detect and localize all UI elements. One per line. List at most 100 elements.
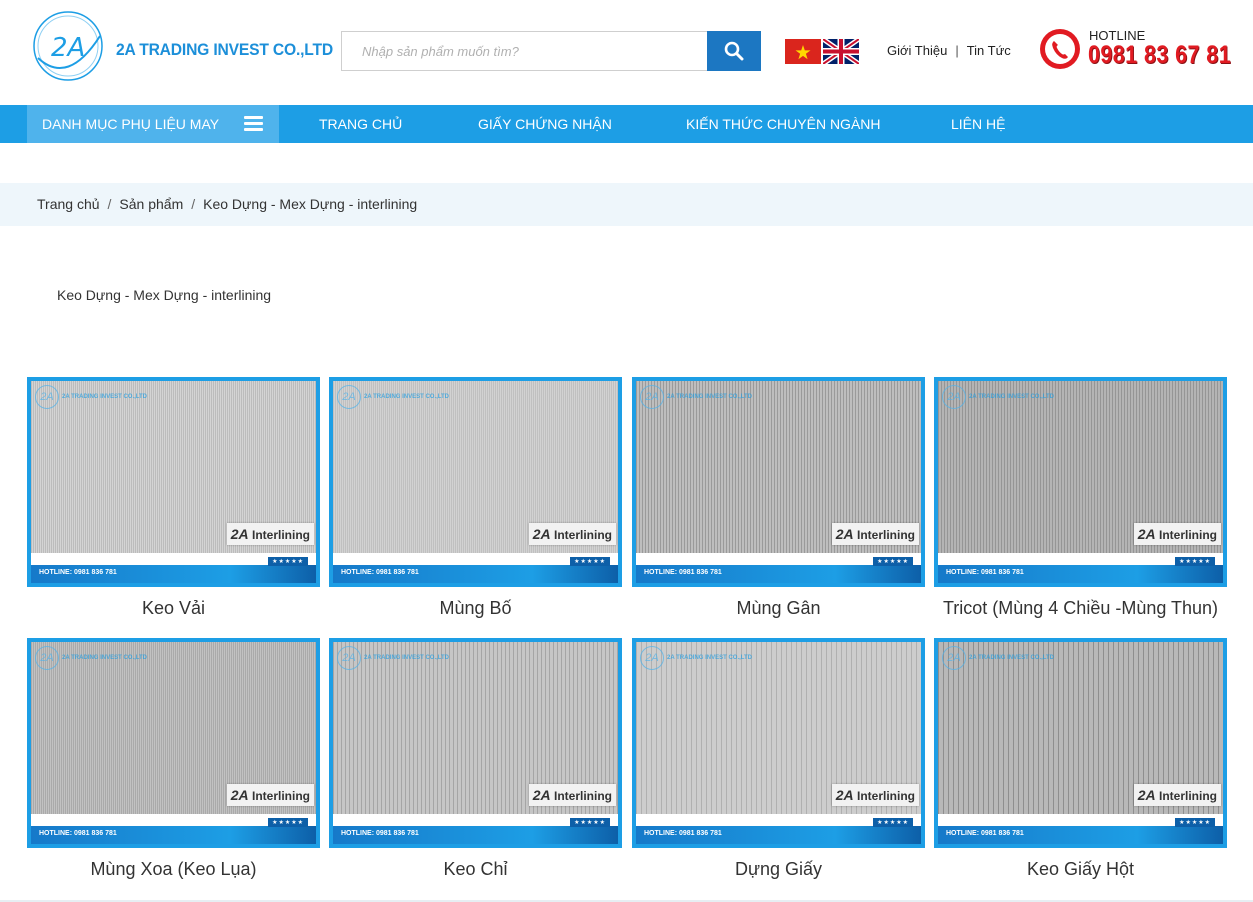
watermark-logo: 2A: [942, 646, 966, 670]
star-rating: ★★★★★: [1175, 557, 1215, 566]
tag-suffix: Interlining: [252, 528, 310, 542]
watermark-logo: 2A: [35, 646, 59, 670]
top-links: Giới Thiệu | Tin Tức: [887, 43, 1011, 58]
product-image[interactable]: 2A 2A TRADING INVEST CO.,LTD 2A Interlinin…: [329, 377, 622, 587]
product-name[interactable]: Keo Chỉ: [329, 859, 622, 880]
watermark-logo: 2A: [337, 385, 361, 409]
tag-prefix: 2A: [1137, 787, 1156, 803]
tag-suffix: Interlining: [857, 789, 915, 803]
watermark-logo: 2A: [337, 646, 361, 670]
breadcrumb-current: Keo Dựng - Mex Dựng - interlining: [203, 196, 418, 212]
nav-item-kien-thuc[interactable]: KIẾN THỨC CHUYÊN NGÀNH: [686, 105, 881, 143]
product-name[interactable]: Tricot (Mùng 4 Chiều -Mùng Thun): [934, 598, 1227, 619]
breadcrumb: Trang chủ / Sản phẩm / Keo Dựng - Mex Dự…: [37, 196, 417, 212]
category-menu-button[interactable]: DANH MỤC PHỤ LIỆU MAY: [27, 105, 279, 143]
tag-suffix: Interlining: [1159, 789, 1217, 803]
site-header: 2A 2A TRADING INVEST CO.,LTD Giới Thiệu …: [0, 0, 1253, 105]
interlining-tag: 2A Interlining: [1133, 784, 1221, 806]
watermark-company: 2A TRADING INVEST CO.,LTD: [364, 655, 450, 661]
watermark: 2A 2A TRADING INVEST CO.,LTD: [35, 646, 147, 670]
nav-item-trang-chu[interactable]: TRANG CHỦ: [319, 105, 402, 143]
product-name[interactable]: Keo Giấy Hột: [934, 859, 1227, 880]
breadcrumb-home[interactable]: Trang chủ: [37, 196, 100, 212]
watermark-logo: 2A: [35, 385, 59, 409]
product-image[interactable]: 2A 2A TRADING INVEST CO.,LTD 2A Interlinin…: [632, 638, 925, 848]
product-name[interactable]: Dựng Giấy: [632, 859, 925, 880]
tag-prefix: 2A: [835, 787, 854, 803]
watermark-company: 2A TRADING INVEST CO.,LTD: [62, 655, 148, 661]
product-name[interactable]: Mùng Gân: [632, 598, 925, 619]
product-image[interactable]: 2A 2A TRADING INVEST CO.,LTD 2A Interlinin…: [329, 638, 622, 848]
watermark: 2A 2A TRADING INVEST CO.,LTD: [942, 385, 1054, 409]
product-name[interactable]: Keo Vải: [27, 598, 320, 619]
tag-suffix: Interlining: [554, 528, 612, 542]
interlining-tag: 2A Interlining: [528, 784, 616, 806]
product-image[interactable]: 2A 2A TRADING INVEST CO.,LTD 2A Interlinin…: [27, 377, 320, 587]
search-icon: [724, 41, 744, 61]
link-gioi-thieu[interactable]: Giới Thiệu: [887, 43, 947, 58]
main-nav: DANH MỤC PHỤ LIỆU MAY TRANG CHỦ GIẤY CHỨ…: [0, 105, 1253, 143]
page-title: Keo Dựng - Mex Dựng - interlining: [57, 287, 272, 303]
watermark-logo: 2A: [942, 385, 966, 409]
search-button[interactable]: [707, 31, 761, 71]
watermark: 2A 2A TRADING INVEST CO.,LTD: [337, 646, 449, 670]
watermark-company: 2A TRADING INVEST CO.,LTD: [667, 394, 753, 400]
star-rating: ★★★★★: [268, 818, 308, 827]
tag-suffix: Interlining: [554, 789, 612, 803]
product-image[interactable]: 2A 2A TRADING INVEST CO.,LTD 2A Interlinin…: [934, 638, 1227, 848]
image-hotline: HOTLINE: 0981 836 781: [946, 830, 1024, 837]
watermark-company: 2A TRADING INVEST CO.,LTD: [969, 655, 1055, 661]
image-hotline: HOTLINE: 0981 836 781: [341, 830, 419, 837]
image-hotline: HOTLINE: 0981 836 781: [644, 569, 722, 576]
watermark: 2A 2A TRADING INVEST CO.,LTD: [640, 385, 752, 409]
link-tin-tuc[interactable]: Tin Tức: [967, 43, 1011, 58]
breadcrumb-products[interactable]: Sản phẩm: [119, 196, 183, 212]
star-rating: ★★★★★: [873, 557, 913, 566]
company-logo[interactable]: 2A: [28, 6, 108, 86]
interlining-tag: 2A Interlining: [831, 523, 919, 545]
link-separator: |: [955, 43, 959, 58]
tag-suffix: Interlining: [1159, 528, 1217, 542]
image-hotline: HOTLINE: 0981 836 781: [39, 830, 117, 837]
tag-suffix: Interlining: [252, 789, 310, 803]
uk-flag-icon[interactable]: [823, 39, 859, 64]
image-hotline: HOTLINE: 0981 836 781: [39, 569, 117, 576]
tag-prefix: 2A: [532, 787, 551, 803]
product-image[interactable]: 2A 2A TRADING INVEST CO.,LTD 2A Interlinin…: [934, 377, 1227, 587]
interlining-tag: 2A Interlining: [226, 523, 314, 545]
tag-prefix: 2A: [230, 787, 249, 803]
tag-prefix: 2A: [1137, 526, 1156, 542]
breadcrumb-separator: /: [107, 196, 112, 212]
product-name[interactable]: Mùng Xoa (Keo Lụa): [27, 859, 320, 880]
watermark: 2A 2A TRADING INVEST CO.,LTD: [35, 385, 147, 409]
interlining-tag: 2A Interlining: [528, 523, 616, 545]
watermark: 2A 2A TRADING INVEST CO.,LTD: [337, 385, 449, 409]
brand-name[interactable]: 2A TRADING INVEST CO.,LTD: [116, 40, 333, 60]
product-image[interactable]: 2A 2A TRADING INVEST CO.,LTD 2A Interlinin…: [27, 638, 320, 848]
watermark-company: 2A TRADING INVEST CO.,LTD: [667, 655, 753, 661]
star-rating: ★★★★★: [570, 557, 610, 566]
product-name[interactable]: Mùng Bố: [329, 598, 622, 619]
image-hotline: HOTLINE: 0981 836 781: [341, 569, 419, 576]
tag-prefix: 2A: [532, 526, 551, 542]
breadcrumb-separator: /: [191, 196, 196, 212]
tag-suffix: Interlining: [857, 528, 915, 542]
interlining-tag: 2A Interlining: [226, 784, 314, 806]
product-image[interactable]: 2A 2A TRADING INVEST CO.,LTD 2A Interlinin…: [632, 377, 925, 587]
search-input[interactable]: [341, 31, 707, 71]
image-hotline: HOTLINE: 0981 836 781: [946, 569, 1024, 576]
interlining-tag: 2A Interlining: [1133, 523, 1221, 545]
watermark: 2A 2A TRADING INVEST CO.,LTD: [942, 646, 1054, 670]
nav-item-giay-chung-nhan[interactable]: GIẤY CHỨNG NHẬN: [478, 105, 612, 143]
tag-prefix: 2A: [230, 526, 249, 542]
watermark-company: 2A TRADING INVEST CO.,LTD: [969, 394, 1055, 400]
category-menu-label: DANH MỤC PHỤ LIỆU MAY: [42, 116, 220, 132]
phone-icon: [1040, 29, 1080, 69]
star-rating: ★★★★★: [570, 818, 610, 827]
star-rating: ★★★★★: [1175, 818, 1215, 827]
hotline-number[interactable]: 0981 83 67 81: [1088, 41, 1231, 70]
vietnam-flag-icon[interactable]: [785, 39, 821, 64]
watermark-company: 2A TRADING INVEST CO.,LTD: [62, 394, 148, 400]
star-rating: ★★★★★: [873, 818, 913, 827]
nav-item-lien-he[interactable]: LIÊN HỆ: [951, 105, 1005, 143]
